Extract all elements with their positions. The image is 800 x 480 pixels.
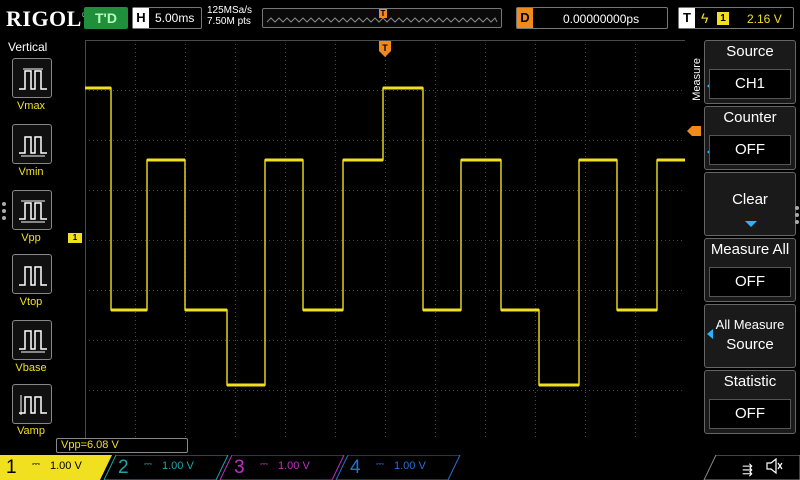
statistic-title: Statistic xyxy=(723,373,777,390)
dc-coupling-icon: ⎓ xyxy=(32,459,40,470)
ch2-tab[interactable]: 2 ⎓ 1.00 V xyxy=(112,455,222,480)
delay-value: 0.00000000ps xyxy=(563,12,640,26)
dc-coupling-icon: ⎓ xyxy=(376,459,384,470)
trigger-marker-text: T xyxy=(382,43,388,53)
speaker-icon[interactable] xyxy=(765,458,783,474)
menu-scroll-dots[interactable] xyxy=(795,206,799,227)
sample-rate: 125MSa/s xyxy=(207,5,253,16)
ch1-tab[interactable]: 1 ⎓ 1.00 V xyxy=(0,455,110,480)
vamp-label: Vamp xyxy=(17,425,45,437)
vmax-label: Vmax xyxy=(16,100,46,112)
measure-all-menu-item[interactable]: Measure All OFF xyxy=(704,238,796,302)
vmin-label: Vmin xyxy=(18,166,44,178)
waveform-display[interactable] xyxy=(85,40,686,441)
dc-coupling-icon: ⎓ xyxy=(260,459,268,470)
ch4-number: 4 xyxy=(350,457,361,478)
measure-all-value: OFF xyxy=(709,267,791,297)
measure-menu: Source CH1 Counter OFF Clear Measure All… xyxy=(700,38,800,438)
statistic-menu-item[interactable]: Statistic OFF xyxy=(704,370,796,434)
source-value: CH1 xyxy=(709,69,791,99)
ch4-tab[interactable]: 4 ⎓ 1.00 V xyxy=(344,455,454,480)
all-measure-source-menu-item[interactable]: All Measure Source xyxy=(704,304,796,368)
dc-coupling-icon: ⎓ xyxy=(144,459,152,470)
delay-key: D xyxy=(517,8,533,28)
channel-bar: 1 ⎓ 1.00 V 2 ⎓ 1.00 V 3 ⎓ 1.00 V 4 ⎓ 1.0… xyxy=(0,455,800,480)
vmax-icon xyxy=(19,68,47,90)
usb-icon: ⇶ xyxy=(742,462,753,477)
clear-label: Clear xyxy=(732,191,768,208)
source-title: Source xyxy=(726,43,774,60)
counter-value: OFF xyxy=(709,135,791,165)
trigger-level-marker[interactable] xyxy=(687,126,701,136)
waveform-graticule xyxy=(85,40,686,441)
status-bar: RIGOL® T'D H 5.00ms 125MSa/s 7.50M pts T… xyxy=(0,0,800,38)
logo-text: RIGOL xyxy=(6,6,82,31)
trigger-source: 1 xyxy=(717,12,729,25)
rigol-logo: RIGOL® xyxy=(6,6,88,32)
ch2-scale: 1.00 V xyxy=(162,460,194,472)
horizontal-key: H xyxy=(133,8,149,28)
memory-depth: 7.50M pts xyxy=(207,16,251,27)
measure-vtop-button[interactable] xyxy=(12,254,52,294)
ch2-number: 2 xyxy=(118,457,129,478)
ch3-tab[interactable]: 3 ⎓ 1.00 V xyxy=(228,455,338,480)
measure-vbase-button[interactable] xyxy=(12,320,52,360)
trigger-level: 2.16 V xyxy=(747,12,782,26)
horizontal-delay[interactable]: D 0.00000000ps xyxy=(516,7,668,29)
vmin-icon xyxy=(19,136,47,157)
all-measure-title: All Measure xyxy=(715,317,785,332)
trigger-position-marker[interactable]: T xyxy=(379,41,391,59)
memory-overview-bar[interactable]: T xyxy=(262,8,502,28)
ch3-number: 3 xyxy=(234,457,245,478)
measure-all-title: Measure All xyxy=(710,241,790,258)
measure-vmax-button[interactable] xyxy=(12,58,52,98)
left-arrow-icon xyxy=(707,329,713,339)
vamp-icon xyxy=(19,395,47,415)
memory-trigger-marker: T xyxy=(379,9,387,18)
vbase-label: Vbase xyxy=(15,362,47,374)
sidebar-scroll-dots[interactable] xyxy=(2,202,6,223)
vpp-icon xyxy=(19,200,47,223)
horizontal-timebase[interactable]: H 5.00ms xyxy=(132,7,202,29)
vtop-label: Vtop xyxy=(19,296,43,308)
timebase-value: 5.00ms xyxy=(155,11,195,25)
counter-title: Counter xyxy=(723,109,777,126)
graticule-grid xyxy=(85,40,686,441)
ch1-number: 1 xyxy=(6,457,17,478)
all-measure-source-label: Source xyxy=(726,336,774,353)
ch1-scale: 1.00 V xyxy=(50,460,82,472)
vtop-icon xyxy=(19,266,47,286)
trigger-settings[interactable]: T ϟ 1 2.16 V xyxy=(678,7,794,29)
counter-menu-item[interactable]: Counter OFF xyxy=(704,106,796,170)
measure-vmin-button[interactable] xyxy=(12,124,52,164)
ch1-offset-marker[interactable]: 1 xyxy=(68,233,82,243)
clear-menu-item[interactable]: Clear xyxy=(704,172,796,236)
chevron-down-icon xyxy=(745,221,757,227)
vbase-icon xyxy=(19,330,47,353)
vpp-label: Vpp xyxy=(21,232,41,244)
vpp-measurement-readout[interactable]: Vpp=6.08 V xyxy=(56,438,188,453)
trigger-key: T xyxy=(679,8,695,28)
ch3-scale: 1.00 V xyxy=(278,460,310,472)
sidebar-title: Vertical xyxy=(8,40,48,54)
statistic-value: OFF xyxy=(709,399,791,429)
ch4-scale: 1.00 V xyxy=(394,460,426,472)
source-menu-item[interactable]: Source CH1 xyxy=(704,40,796,104)
acquisition-info: 125MSa/s 7.50M pts xyxy=(207,5,252,27)
rising-edge-icon: ϟ xyxy=(701,10,709,26)
measure-sidebar: Vertical Vmax Vmin Vpp Vtop Vbase Vamp xyxy=(0,38,62,438)
trigger-status-badge[interactable]: T'D xyxy=(84,7,128,29)
measure-vamp-button[interactable] xyxy=(12,384,52,424)
measure-vpp-button[interactable] xyxy=(12,190,52,230)
